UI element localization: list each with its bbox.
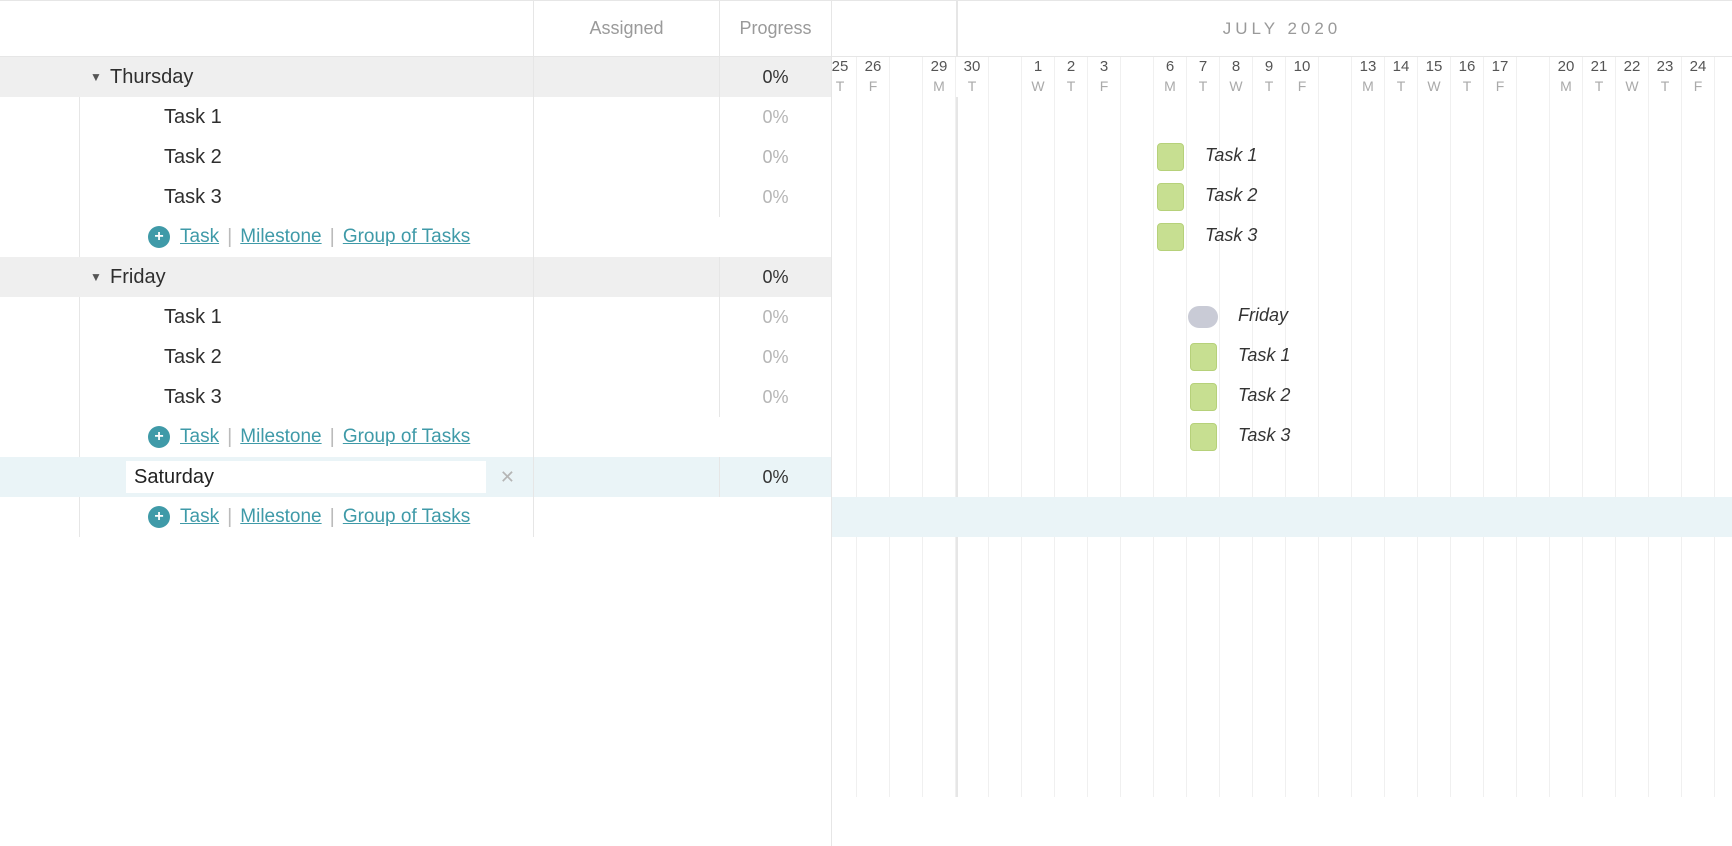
add-actions-row: + Task | Milestone | Group of Tasks <box>0 497 831 537</box>
day-column[interactable]: 10F <box>1286 57 1319 97</box>
day-column[interactable]: 1W <box>1022 57 1055 97</box>
task-progress: 0% <box>720 97 831 137</box>
day-column[interactable]: 21T <box>1583 57 1616 97</box>
disclosure-icon[interactable]: ▼ <box>84 270 108 284</box>
add-icon[interactable]: + <box>148 426 170 448</box>
task-name: Task 3 <box>164 186 222 209</box>
task-name: Task 1 <box>164 306 222 329</box>
day-column[interactable] <box>989 57 1022 97</box>
group-row-thursday[interactable]: ▼ Thursday 0% <box>0 57 831 97</box>
task-row[interactable]: Task 1 0% <box>0 297 831 337</box>
gantt-bar[interactable] <box>1157 223 1184 251</box>
task-row[interactable]: Task 2 0% <box>0 137 831 177</box>
day-column[interactable]: 15W <box>1418 57 1451 97</box>
task-progress: 0% <box>720 337 831 377</box>
task-progress: 0% <box>720 177 831 217</box>
day-column[interactable]: 16T <box>1451 57 1484 97</box>
gantt-milestone-label: Friday <box>1238 305 1288 326</box>
gantt-bar-label: Task 2 <box>1205 185 1257 206</box>
day-column[interactable]: 17F <box>1484 57 1517 97</box>
add-actions-row: + Task | Milestone | Group of Tasks <box>0 217 831 257</box>
day-column[interactable]: 6M <box>1154 57 1187 97</box>
day-column[interactable]: 26F <box>857 57 890 97</box>
task-row[interactable]: Task 2 0% <box>0 337 831 377</box>
group-progress: 0% <box>720 457 831 497</box>
group-progress: 0% <box>720 257 831 297</box>
task-name: Task 2 <box>164 146 222 169</box>
day-column[interactable]: 2T <box>1055 57 1088 97</box>
day-column[interactable]: 23T <box>1649 57 1682 97</box>
task-column-header <box>0 1 534 56</box>
editing-group-row[interactable]: ✕ 0% <box>0 457 831 497</box>
add-icon[interactable]: + <box>148 226 170 248</box>
gantt-bar-label: Task 2 <box>1238 385 1290 406</box>
group-row-friday[interactable]: ▼ Friday 0% <box>0 257 831 297</box>
clear-icon[interactable]: ✕ <box>500 467 515 488</box>
gantt-bar[interactable] <box>1190 423 1217 451</box>
add-milestone-link[interactable]: Milestone <box>240 506 321 528</box>
group-title: Thursday <box>110 66 193 89</box>
disclosure-icon[interactable]: ▼ <box>84 70 108 84</box>
day-column[interactable]: 25T <box>832 57 857 97</box>
day-column[interactable] <box>890 57 923 97</box>
day-column[interactable]: 13M <box>1352 57 1385 97</box>
day-column[interactable] <box>1517 57 1550 97</box>
day-column[interactable] <box>1121 57 1154 97</box>
gantt-bar-label: Task 1 <box>1238 345 1290 366</box>
add-task-link[interactable]: Task <box>180 226 219 248</box>
task-row[interactable]: Task 3 0% <box>0 377 831 417</box>
group-progress: 0% <box>720 57 831 97</box>
add-milestone-link[interactable]: Milestone <box>240 226 321 248</box>
gantt-bar-label: Task 3 <box>1238 425 1290 446</box>
gantt-bar-label: Task 1 <box>1205 145 1257 166</box>
add-actions-row: + Task | Milestone | Group of Tasks <box>0 417 831 457</box>
group-name-input[interactable] <box>126 461 486 493</box>
task-list-pane: Assigned Progress ▼ Thursday 0% Task 1 <box>0 1 832 846</box>
add-group-link[interactable]: Group of Tasks <box>343 226 470 248</box>
add-task-link[interactable]: Task <box>180 426 219 448</box>
gantt-bar-label: Task 3 <box>1205 225 1257 246</box>
day-column[interactable]: 3F <box>1088 57 1121 97</box>
task-row[interactable]: Task 3 0% <box>0 177 831 217</box>
month-label: JULY 2020 <box>1223 19 1342 39</box>
day-column[interactable] <box>1319 57 1352 97</box>
assigned-column-header[interactable]: Assigned <box>534 1 720 56</box>
day-column[interactable]: 22W <box>1616 57 1649 97</box>
day-column[interactable]: 29M <box>923 57 956 97</box>
day-column[interactable]: 30T <box>956 57 989 97</box>
gantt-bar[interactable] <box>1190 383 1217 411</box>
day-column[interactable]: 8W <box>1220 57 1253 97</box>
gantt-bar[interactable] <box>1190 343 1217 371</box>
task-progress: 0% <box>720 297 831 337</box>
timeline-header: 25T26F 29M30T 1W2T3F 6M7T8W9T10F 13M14T15W16… <box>832 57 1732 97</box>
task-progress: 0% <box>720 377 831 417</box>
add-icon[interactable]: + <box>148 506 170 528</box>
day-column[interactable]: 20M <box>1550 57 1583 97</box>
task-name: Task 3 <box>164 386 222 409</box>
task-name: Task 2 <box>164 346 222 369</box>
gantt-bar[interactable] <box>1157 183 1184 211</box>
gantt-pane[interactable]: JULY 2020 25T26F 29M30T 1W2T3F 6M7T8W9T10F 1… <box>832 1 1732 846</box>
task-name: Task 1 <box>164 106 222 129</box>
gantt-milestone[interactable] <box>1188 306 1218 328</box>
add-task-link[interactable]: Task <box>180 506 219 528</box>
add-group-link[interactable]: Group of Tasks <box>343 426 470 448</box>
gantt-bar[interactable] <box>1157 143 1184 171</box>
add-milestone-link[interactable]: Milestone <box>240 426 321 448</box>
progress-column-header[interactable]: Progress <box>720 1 831 56</box>
add-group-link[interactable]: Group of Tasks <box>343 506 470 528</box>
day-column[interactable]: 24F <box>1682 57 1715 97</box>
group-title: Friday <box>110 266 166 289</box>
day-column[interactable]: 9T <box>1253 57 1286 97</box>
day-column[interactable]: 7T <box>1187 57 1220 97</box>
day-column[interactable]: 14T <box>1385 57 1418 97</box>
task-row[interactable]: Task 1 0% <box>0 97 831 137</box>
task-progress: 0% <box>720 137 831 177</box>
